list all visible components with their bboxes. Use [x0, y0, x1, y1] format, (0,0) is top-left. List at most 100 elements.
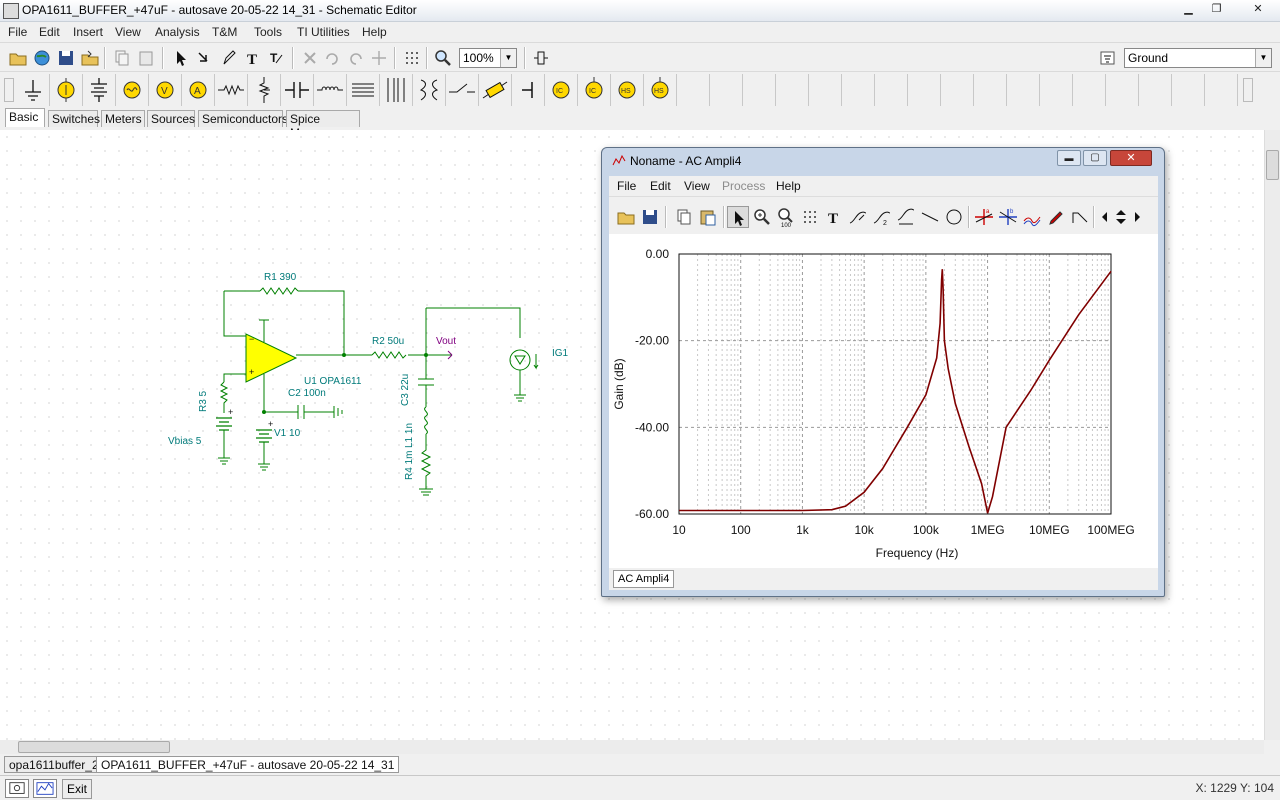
scroll-right-icon[interactable]: [1130, 206, 1144, 228]
text-tool-icon[interactable]: T: [242, 47, 264, 69]
hs-generator-icon[interactable]: HS: [644, 74, 677, 106]
vertical-scrollbar[interactable]: [1264, 130, 1280, 740]
menu-ti-utilities[interactable]: TI Utilities: [297, 25, 350, 39]
menu-view[interactable]: View: [115, 25, 141, 39]
ac-analysis-window[interactable]: Noname - AC Ampli4 ▬ ▢ ✕ File Edit View …: [601, 147, 1165, 597]
grid-icon[interactable]: [799, 206, 821, 228]
minimize-button[interactable]: ▁: [1176, 1, 1201, 19]
menu-tools[interactable]: Tools: [254, 25, 282, 39]
paste-icon[interactable]: [697, 206, 719, 228]
zoom-icon[interactable]: [432, 47, 454, 69]
voltage-generator-icon[interactable]: [116, 74, 149, 106]
marker-tool-icon[interactable]: [1069, 206, 1091, 228]
wire-tool-icon[interactable]: [194, 47, 216, 69]
copy-icon[interactable]: [111, 47, 133, 69]
palette-scroll-left[interactable]: [4, 78, 14, 102]
open-file-icon[interactable]: [79, 47, 101, 69]
resistor-icon[interactable]: [215, 74, 248, 106]
ac-minimize-button[interactable]: ▬: [1057, 150, 1081, 166]
ac-maximize-button[interactable]: ▢: [1083, 150, 1107, 166]
pen-icon[interactable]: [218, 47, 240, 69]
zoom-in-icon[interactable]: [751, 206, 773, 228]
maximize-button[interactable]: ❐: [1204, 1, 1229, 19]
coupled-inductor-icon[interactable]: [380, 74, 413, 106]
palette-scroll-right[interactable]: [1243, 78, 1253, 102]
scroll-up-down-icon[interactable]: [1114, 206, 1128, 228]
open-folder-icon[interactable]: [615, 206, 637, 228]
probe-icon[interactable]: [512, 74, 545, 106]
scroll-left-icon[interactable]: [1098, 206, 1112, 228]
menu-tm[interactable]: T&M: [212, 25, 237, 39]
cursor-a-icon[interactable]: a: [973, 206, 995, 228]
ground-select[interactable]: Ground ▼: [1124, 48, 1272, 68]
close-button[interactable]: ✕: [1240, 1, 1276, 19]
undo-icon[interactable]: [321, 47, 343, 69]
tab-ac-ampli4[interactable]: AC Ampli4: [613, 570, 675, 588]
ic-source-icon[interactable]: IC: [545, 74, 578, 106]
ic-generator-icon[interactable]: IC: [578, 74, 611, 106]
ac-menu-edit[interactable]: Edit: [650, 179, 671, 193]
curve-label-3-icon[interactable]: [895, 206, 917, 228]
battery-icon[interactable]: [83, 74, 116, 106]
menu-analysis[interactable]: Analysis: [155, 25, 200, 39]
tab-switches[interactable]: Switches: [48, 110, 100, 127]
circle-tool-icon[interactable]: [943, 206, 965, 228]
potentiometer-icon[interactable]: [248, 74, 281, 106]
ac-menu-help[interactable]: Help: [776, 179, 801, 193]
tab-sources[interactable]: Sources: [147, 110, 195, 127]
junction-icon[interactable]: [368, 47, 390, 69]
voltmeter-icon[interactable]: V: [149, 74, 182, 106]
component-finder-icon[interactable]: [530, 47, 552, 69]
exit-button[interactable]: Exit: [62, 779, 93, 799]
globe-icon[interactable]: [31, 47, 53, 69]
cursor-b-icon[interactable]: b: [997, 206, 1019, 228]
select-arrow-icon[interactable]: [170, 47, 192, 69]
doc-tab-opa1611-buffer-47uf[interactable]: OPA1611_BUFFER_+47uF - autosave 20-05-22…: [96, 756, 400, 773]
redo-icon[interactable]: [345, 47, 367, 69]
ac-menu-file[interactable]: File: [617, 179, 636, 193]
menu-insert[interactable]: Insert: [73, 25, 103, 39]
ammeter-icon[interactable]: A: [182, 74, 215, 106]
variable-resistor-icon[interactable]: [479, 74, 512, 106]
horizontal-scroll-thumb[interactable]: [18, 741, 170, 753]
tab-semiconductors[interactable]: Semiconductors: [198, 110, 288, 127]
switch-icon[interactable]: [446, 74, 479, 106]
pen-color-icon[interactable]: [1045, 206, 1067, 228]
label-tool-icon[interactable]: T: [266, 47, 288, 69]
curve-label-2-icon[interactable]: 2: [871, 206, 893, 228]
transformer-icon[interactable]: [347, 74, 380, 106]
doc-tab-opa1611buffer-2[interactable]: opa1611buffer_2: [4, 756, 104, 773]
text-tool-icon[interactable]: T: [823, 206, 845, 228]
line-tool-icon[interactable]: [919, 206, 941, 228]
curve-style-icon[interactable]: [1021, 206, 1043, 228]
schematic-view-icon[interactable]: [5, 779, 29, 798]
place-ground-icon[interactable]: [1097, 47, 1119, 69]
tab-basic[interactable]: Basic: [5, 108, 45, 127]
ideal-transformer-icon[interactable]: [413, 74, 446, 106]
ground-icon[interactable]: [17, 74, 50, 106]
zoom-100-icon[interactable]: 100: [775, 206, 797, 229]
menu-edit[interactable]: Edit: [39, 25, 60, 39]
curve-label-icon[interactable]: [847, 206, 869, 228]
hs-source-icon[interactable]: HS: [611, 74, 644, 106]
ac-plot-area[interactable]: 0.00 -20.00 -40.00 -60.00 10 100 1k 10k 100k 1ME…: [609, 234, 1158, 568]
save-icon[interactable]: [55, 47, 77, 69]
menu-help[interactable]: Help: [362, 25, 387, 39]
ac-menu-view[interactable]: View: [684, 179, 710, 193]
select-arrow-icon[interactable]: [727, 206, 749, 228]
zoom-select[interactable]: 100% ▼: [459, 48, 517, 68]
voltage-source-icon[interactable]: [50, 74, 83, 106]
ac-close-button[interactable]: ✕: [1110, 150, 1152, 166]
copy-icon[interactable]: [673, 206, 695, 228]
inductor-icon[interactable]: [314, 74, 347, 106]
menu-file[interactable]: File: [8, 25, 27, 39]
delete-icon[interactable]: [299, 47, 321, 69]
paste-icon[interactable]: [135, 47, 157, 69]
diagram-view-icon[interactable]: [33, 779, 57, 798]
horizontal-scrollbar[interactable]: [0, 740, 1264, 754]
tab-meters[interactable]: Meters: [101, 110, 145, 127]
vertical-scroll-thumb[interactable]: [1266, 150, 1279, 180]
tab-spice-macros[interactable]: Spice Macros: [286, 110, 360, 140]
grid-icon[interactable]: [401, 47, 423, 69]
open-folder-icon[interactable]: [7, 47, 29, 69]
